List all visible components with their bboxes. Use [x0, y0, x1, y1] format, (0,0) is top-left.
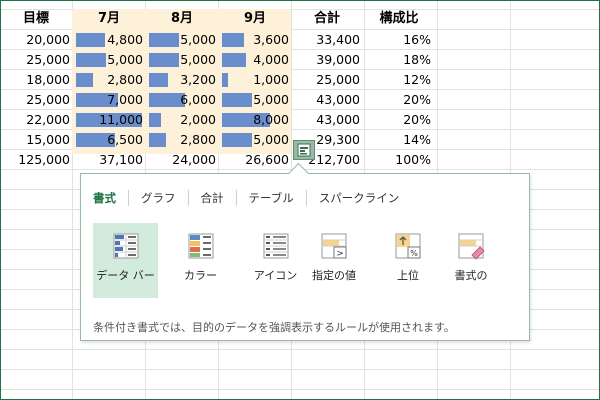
svg-text:%: % — [410, 249, 418, 258]
greater-than-icon: > — [321, 233, 347, 259]
icon-set-icon — [263, 233, 289, 259]
header-total[interactable]: 合計 — [294, 9, 360, 29]
cell-aug[interactable]: 5,000 — [148, 50, 216, 70]
quick-analysis-tabs: 書式 グラフ 合計 テーブル スパークライン — [93, 190, 411, 206]
tab-totals[interactable]: 合計 — [189, 190, 236, 206]
cell-share[interactable]: 12% — [367, 70, 431, 90]
cell-sep[interactable]: 5,000 — [221, 90, 289, 110]
cell-total[interactable]: 43,000 — [294, 90, 360, 110]
cell-total[interactable]: 25,000 — [294, 70, 360, 90]
cell-total[interactable]: 39,000 — [294, 50, 360, 70]
total-cell-share[interactable]: 100% — [367, 150, 431, 170]
cell-jul[interactable]: 6,500 — [75, 130, 143, 150]
cell-jul[interactable]: 5,000 — [75, 50, 143, 70]
header-september[interactable]: 9月 — [221, 9, 289, 29]
cell-aug[interactable]: 2,800 — [148, 130, 216, 150]
gridline — [0, 349, 600, 350]
tab-sparklines[interactable]: スパークライン — [307, 190, 412, 206]
quick-analysis-popup: 書式 グラフ 合計 テーブル スパークライン データ バー カラー アイコン >… — [80, 173, 530, 341]
cell-target[interactable]: 20,000 — [2, 30, 70, 50]
quick-analysis-button[interactable] — [293, 140, 315, 160]
total-cell-target[interactable]: 125,000 — [2, 150, 70, 170]
svg-text:>: > — [336, 249, 344, 259]
gridline — [0, 389, 600, 390]
cell-sep[interactable]: 4,000 — [221, 50, 289, 70]
tab-tables[interactable]: テーブル — [237, 190, 306, 206]
cell-sep[interactable]: 1,000 — [221, 70, 289, 90]
gridline — [0, 369, 600, 370]
cell-sep[interactable]: 5,000 — [221, 130, 289, 150]
option-label: データ バー — [96, 269, 155, 282]
header-target[interactable]: 目標 — [2, 9, 70, 29]
cell-jul[interactable]: 11,000 — [75, 110, 143, 130]
option-data-bar[interactable]: データ バー — [93, 223, 158, 298]
cell-share[interactable]: 16% — [367, 30, 431, 50]
cell-target[interactable]: 15,000 — [2, 130, 70, 150]
cell-aug[interactable]: 2,000 — [148, 110, 216, 130]
clear-format-icon — [458, 233, 485, 260]
tab-charts[interactable]: グラフ — [129, 190, 188, 206]
quick-analysis-icon — [297, 143, 311, 157]
tab-formatting[interactable]: 書式 — [93, 190, 128, 206]
option-greater-than[interactable]: > 指定の値 — [299, 223, 369, 298]
cell-target[interactable]: 22,000 — [2, 110, 70, 130]
cell-sep[interactable]: 3,600 — [221, 30, 289, 50]
option-clear-format[interactable]: 書式の — [434, 223, 508, 298]
cell-jul[interactable]: 2,800 — [75, 70, 143, 90]
header-july[interactable]: 7月 — [75, 9, 143, 29]
total-cell-sep[interactable]: 26,600 — [221, 150, 289, 170]
option-color-scale[interactable]: カラー — [168, 223, 233, 298]
color-scale-icon — [188, 233, 214, 259]
cell-total[interactable]: 43,000 — [294, 110, 360, 130]
cell-target[interactable]: 18,000 — [2, 70, 70, 90]
data-bar-icon — [113, 233, 139, 259]
option-label: カラー — [184, 269, 217, 282]
option-label: 指定の値 — [312, 269, 356, 282]
cell-jul[interactable]: 4,800 — [75, 30, 143, 50]
cell-target[interactable]: 25,000 — [2, 50, 70, 70]
option-label: 書式の — [454, 269, 488, 282]
option-top-percent[interactable]: % 上位 — [373, 223, 443, 298]
cell-share[interactable]: 20% — [367, 110, 431, 130]
total-cell-aug[interactable]: 24,000 — [148, 150, 216, 170]
option-label: 上位 — [397, 269, 419, 282]
total-cell-jul[interactable]: 37,100 — [75, 150, 143, 170]
header-share[interactable]: 構成比 — [367, 9, 431, 29]
cell-target[interactable]: 25,000 — [2, 90, 70, 110]
cell-jul[interactable]: 7,000 — [75, 90, 143, 110]
top-percent-icon: % — [395, 233, 421, 259]
header-august[interactable]: 8月 — [148, 9, 216, 29]
cell-total[interactable]: 33,400 — [294, 30, 360, 50]
cell-aug[interactable]: 5,000 — [148, 30, 216, 50]
cell-sep[interactable]: 8,000 — [221, 110, 289, 130]
cell-share[interactable]: 18% — [367, 50, 431, 70]
cell-share[interactable]: 20% — [367, 90, 431, 110]
cell-aug[interactable]: 3,200 — [148, 70, 216, 90]
cell-aug[interactable]: 6,000 — [148, 90, 216, 110]
option-description: 条件付き書式では、目的のデータを強調表示するルールが使用されます。 — [93, 321, 455, 334]
cell-share[interactable]: 14% — [367, 130, 431, 150]
